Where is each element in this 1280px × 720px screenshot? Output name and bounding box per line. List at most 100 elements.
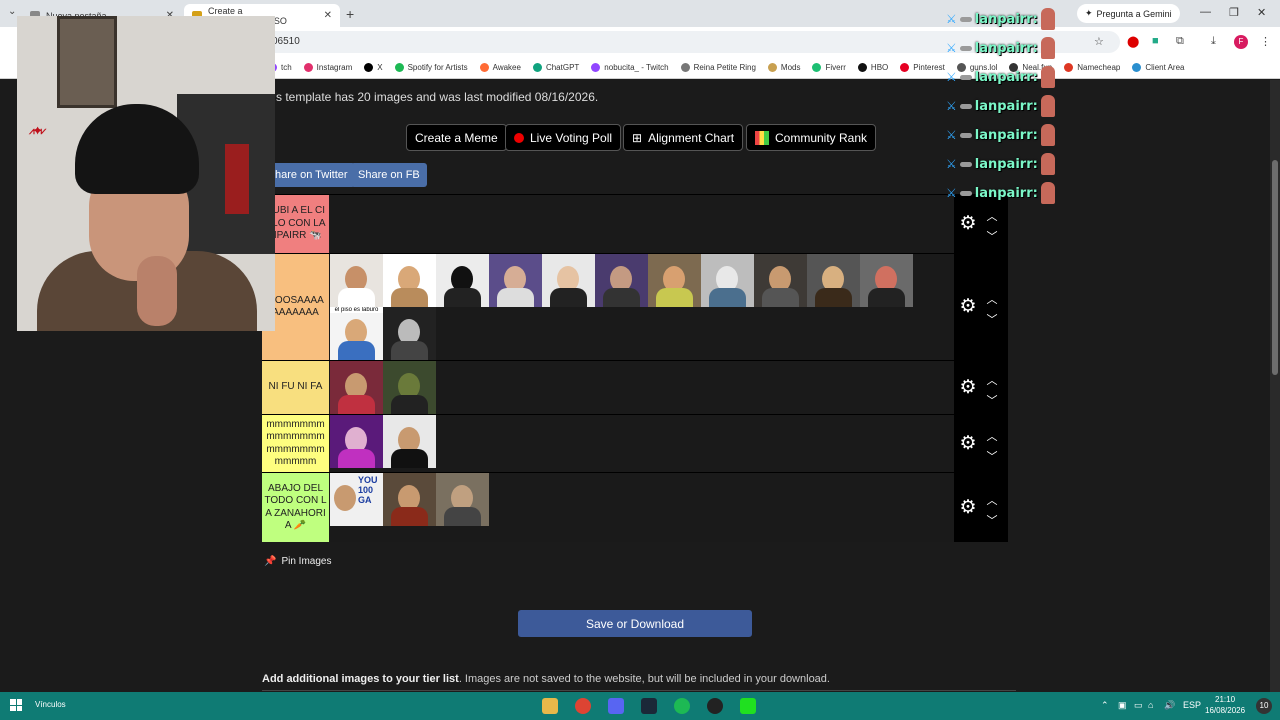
windows-start-icon[interactable] (10, 699, 22, 711)
bookmark-item[interactable]: Fiverr (812, 63, 846, 72)
minimize-icon[interactable]: — (1200, 6, 1211, 18)
tier-image[interactable] (330, 254, 383, 307)
bookmark-item[interactable]: Awakee (479, 63, 521, 72)
gemini-button[interactable]: ✦ Pregunta a Gemini (1077, 4, 1180, 23)
download-icon[interactable]: ⤓ (1211, 35, 1216, 48)
chevron-up-icon[interactable]: ︿ (985, 291, 999, 307)
tier-image[interactable] (542, 254, 595, 307)
tier-image[interactable] (489, 254, 542, 307)
tier-label[interactable]: NI FU NI FA (262, 361, 329, 414)
language-indicator[interactable]: ESP (1183, 700, 1201, 710)
tier-label[interactable]: mmmmmmmmmmmmmmmmmmmmmmmmmm (262, 415, 329, 472)
chevron-down-icon[interactable]: ﹀ (985, 448, 999, 464)
chevron-up-icon[interactable]: ︿ (985, 372, 999, 388)
tier-image[interactable] (383, 415, 436, 468)
tier-image[interactable] (383, 361, 436, 414)
obs-icon[interactable] (707, 698, 723, 714)
bookmark-item[interactable]: Instagram (303, 63, 352, 72)
scrollbar-thumb[interactable] (1272, 160, 1278, 375)
file-explorer-icon[interactable] (542, 698, 558, 714)
tier-image[interactable]: YOU 100 GA (330, 473, 383, 526)
chevron-up-icon[interactable]: ︿ (985, 428, 999, 444)
tier-items[interactable] (330, 361, 954, 414)
bookmark-item[interactable]: Spotify for Artists (394, 63, 468, 72)
bookmark-item[interactable]: Pinterest (900, 63, 945, 72)
notification-badge[interactable]: 10 (1256, 698, 1272, 714)
chevron-down-icon[interactable]: ﹀ (985, 311, 999, 327)
bookmark-item[interactable]: Namecheap (1064, 63, 1120, 72)
tab-list-chevron-icon[interactable]: ⌄ (8, 6, 16, 17)
bookmark-item[interactable]: X (364, 63, 383, 72)
create-meme-button[interactable]: Create a Meme (406, 124, 507, 151)
sword-badge-icon: ⚔ (946, 70, 957, 84)
tier-image[interactable] (330, 361, 383, 414)
spotify-icon[interactable] (674, 698, 690, 714)
community-rank-button[interactable]: Community Rank (746, 124, 877, 151)
tray-app-icon[interactable]: ▣ (1118, 700, 1127, 711)
tier-items[interactable] (330, 415, 954, 472)
tier-image[interactable] (330, 415, 383, 468)
share-fb-button[interactable]: Share on FB (351, 163, 427, 187)
tier-image[interactable] (648, 254, 701, 307)
extension-icon[interactable]: ■ (1152, 35, 1159, 47)
save-download-button[interactable]: Save or Download (518, 610, 752, 637)
menu-icon[interactable]: ⋮ (1260, 35, 1271, 48)
gear-icon[interactable]: ⚙ (958, 434, 978, 454)
tier-items[interactable]: el piso es laburo (330, 254, 954, 360)
share-twitter-button[interactable]: hare on Twitter (268, 163, 355, 187)
chevron-down-icon[interactable]: ﹀ (985, 512, 999, 528)
tier-items[interactable] (330, 195, 954, 253)
tier-image[interactable] (754, 254, 807, 307)
tier-label[interactable]: ABAJO DEL TODO CON LA ZANAHORIA 🥕 (262, 473, 329, 542)
gear-icon[interactable]: ⚙ (958, 214, 978, 234)
avatar[interactable]: F (1234, 35, 1248, 49)
chevron-down-icon[interactable]: ﹀ (985, 392, 999, 408)
bookmark-item[interactable]: Client Area (1132, 63, 1185, 72)
network-icon[interactable]: ⌂ (1148, 700, 1153, 710)
tier-image[interactable] (436, 473, 489, 526)
steam-icon[interactable] (641, 698, 657, 714)
bookmark-item[interactable]: Mods (767, 63, 800, 72)
create-meme-label: Create a Meme (415, 130, 498, 145)
bookmark-label: HBO (870, 63, 889, 72)
bookmark-item[interactable]: nobucita_ - Twitch (591, 63, 669, 72)
tier-image[interactable] (383, 307, 436, 360)
tier-image[interactable]: el piso es laburo (330, 307, 383, 360)
tier-image[interactable] (595, 254, 648, 307)
bookmark-item[interactable]: ChatGPT (532, 63, 579, 72)
volume-icon[interactable]: 🔊 (1164, 700, 1175, 711)
gear-icon[interactable]: ⚙ (958, 297, 978, 317)
bookmark-item[interactable]: Reina Petite Ring (680, 63, 756, 72)
record-icon (514, 132, 524, 143)
tier-image[interactable] (436, 254, 489, 307)
tier-image[interactable] (701, 254, 754, 307)
tier-image[interactable] (383, 254, 436, 307)
alignment-chart-button[interactable]: ⊞ Alignment Chart (623, 124, 744, 151)
restore-icon[interactable]: ❐ (1229, 6, 1239, 19)
chevron-up-icon[interactable]: ︿ (985, 492, 999, 508)
app-green-icon[interactable] (740, 698, 756, 714)
close-icon[interactable]: ✕ (324, 10, 332, 21)
tier-image[interactable] (807, 254, 860, 307)
pin-images-toggle[interactable]: 📌 Pin Images (264, 556, 331, 567)
chevron-up-icon[interactable]: ︿ (985, 208, 999, 224)
gear-icon[interactable]: ⚙ (958, 378, 978, 398)
clock[interactable]: 21:10 16/08/2026 (1205, 694, 1245, 716)
discord-icon[interactable] (608, 698, 624, 714)
chevron-down-icon[interactable]: ﹀ (985, 228, 999, 244)
puzzle-icon[interactable]: ⧉ (1176, 35, 1184, 48)
tray-battery-icon[interactable]: ▭ (1134, 700, 1143, 711)
bookmark-item[interactable]: HBO (857, 63, 889, 72)
close-window-icon[interactable]: ✕ (1257, 6, 1266, 19)
tier-items[interactable]: YOU 100 GA (330, 473, 954, 542)
tier-image[interactable] (860, 254, 913, 307)
star-icon[interactable]: ☆ (1094, 35, 1104, 48)
adblock-icon[interactable]: ⬤ (1127, 35, 1139, 48)
live-voting-poll-button[interactable]: Live Voting Poll (505, 124, 622, 151)
new-tab-plus-icon[interactable]: + (346, 6, 354, 22)
tier-image[interactable] (383, 473, 436, 526)
chat-username: lanpairr: (974, 11, 1038, 27)
chrome-icon[interactable] (575, 698, 591, 714)
tray-chevron-icon[interactable]: ⌃ (1101, 700, 1109, 711)
gear-icon[interactable]: ⚙ (958, 498, 978, 518)
